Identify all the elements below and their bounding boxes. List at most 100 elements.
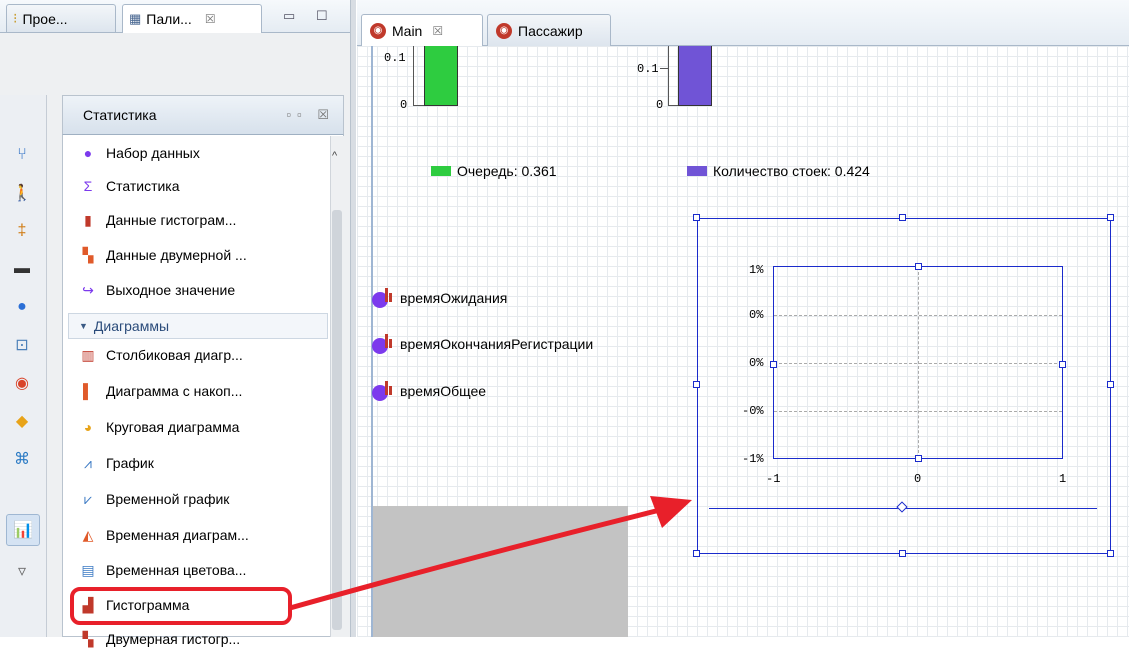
palette-item-bar-chart[interactable]: ▥ Столбиковая диагр... bbox=[78, 340, 243, 370]
plot-resize-handle[interactable] bbox=[770, 361, 777, 368]
palette-item-time-stack-chart[interactable]: ◭ Временная диаграм... bbox=[78, 520, 249, 550]
2d-histogram-data-icon: ▚ bbox=[82, 246, 94, 263]
resize-handle[interactable] bbox=[899, 550, 906, 557]
chart1-tick-zero: 0 bbox=[400, 98, 408, 112]
palette-item-2d-histogram-data[interactable]: ▚ Данные двумерной ... bbox=[78, 240, 247, 270]
histogram-data-icon: ▮ bbox=[84, 211, 92, 228]
chart2-tick-top: 0.1 bbox=[637, 62, 659, 76]
more-icon[interactable]: ▿ bbox=[6, 556, 38, 586]
dataset-label: времяОкончанияРегистрации bbox=[400, 336, 594, 352]
section-charts[interactable]: ▼ Диаграммы bbox=[68, 313, 328, 339]
palette-item-stacked-chart[interactable]: ▌ Диаграмма с накоп... bbox=[78, 376, 242, 406]
fluid-icon[interactable]: ● bbox=[6, 292, 38, 322]
x-tick-label: 1 bbox=[1059, 472, 1067, 486]
palette-item-label: Диаграмма с накоп... bbox=[106, 383, 243, 399]
legend-queue: Очередь: 0.361 bbox=[431, 163, 557, 179]
rail-icon[interactable]: ‡ bbox=[6, 216, 38, 246]
plot-resize-handle[interactable] bbox=[915, 455, 922, 462]
palette-item-time-color-chart[interactable]: ▤ Временная цветова... bbox=[78, 555, 246, 585]
minimize-icon[interactable]: ▭ bbox=[283, 8, 295, 24]
tab-projects[interactable]: ⁝ Прое... bbox=[6, 4, 116, 32]
tab-projects-label: Прое... bbox=[22, 10, 68, 27]
road-icon[interactable]: ▬ bbox=[6, 254, 38, 284]
section-label: Диаграммы bbox=[93, 318, 170, 334]
resize-handle[interactable] bbox=[693, 214, 700, 221]
palette-item-2d-histogram[interactable]: ▚ Двумерная гистогр... bbox=[78, 624, 241, 654]
tab-passenger-label: Пассажир bbox=[518, 22, 583, 39]
palette-item-dataset[interactable]: ● Набор данных bbox=[78, 138, 200, 168]
callout-arrow bbox=[289, 496, 692, 611]
palette-item-label: График bbox=[106, 455, 154, 471]
chart1-tick-top: 0.1 bbox=[384, 51, 406, 65]
dataset-label: времяОбщее bbox=[400, 383, 487, 399]
connectivity-icon[interactable]: ⌘ bbox=[6, 444, 38, 474]
chart2-y-axis bbox=[668, 46, 669, 106]
palette-item-histogram-data[interactable]: ▮ Данные гистограм... bbox=[78, 205, 236, 235]
y-tick-label: -1% bbox=[742, 452, 764, 466]
process-icon[interactable]: ⑂ bbox=[6, 140, 38, 170]
resize-handle[interactable] bbox=[693, 381, 700, 388]
palette-item-label: Временная диаграм... bbox=[106, 527, 249, 543]
chart1-y-axis bbox=[413, 46, 414, 106]
close-icon[interactable]: ☒ bbox=[205, 12, 216, 26]
maximize-icon[interactable]: ☐ bbox=[316, 8, 328, 24]
plot-resize-handle[interactable] bbox=[915, 263, 922, 270]
y-tick-label: 0% bbox=[749, 308, 764, 322]
scroll-up-icon[interactable]: ^ bbox=[332, 150, 337, 162]
time-color-chart-icon: ▤ bbox=[81, 561, 95, 578]
dataset-total-time[interactable]: времяОбщее bbox=[372, 381, 486, 401]
dataset-icon bbox=[372, 334, 394, 354]
histogram-plot-area[interactable] bbox=[773, 266, 1063, 459]
palette-item-label: Статистика bbox=[106, 178, 180, 194]
resize-handle[interactable] bbox=[1107, 214, 1114, 221]
dataset-wait-time[interactable]: времяОжидания bbox=[372, 288, 507, 308]
tab-main[interactable]: ◉ Main ☒ bbox=[361, 14, 483, 46]
dataset-icon bbox=[372, 381, 394, 401]
palette-title: Статистика bbox=[83, 107, 157, 123]
network-icon[interactable]: ⊡ bbox=[6, 330, 38, 360]
agent-icon[interactable]: ◉ bbox=[6, 368, 38, 398]
legend-swatch bbox=[687, 166, 707, 176]
palette-item-pie-chart[interactable]: ◕ Круговая диаграмма bbox=[78, 412, 240, 442]
legend-counters: Количество стоек: 0.424 bbox=[687, 163, 870, 179]
resize-handle[interactable] bbox=[1107, 550, 1114, 557]
grid-line bbox=[918, 267, 919, 458]
palette-item-time-plot[interactable]: ⩗ Временной график bbox=[78, 484, 229, 514]
legend-swatch bbox=[431, 166, 451, 176]
resize-handle[interactable] bbox=[1107, 381, 1114, 388]
palette-item-label: Двумерная гистогр... bbox=[106, 631, 241, 647]
palette-header-icons[interactable]: ▫▫ ☒ bbox=[287, 107, 335, 123]
palette-category-strip: ⑂ 🚶 ‡ ▬ ● ⊡ ◉ ◆ ⌘ 📊 ▿ bbox=[0, 95, 47, 637]
dataset-registration-end-time[interactable]: времяОкончанияРегистрации bbox=[372, 334, 593, 354]
presentation-icon[interactable]: ◆ bbox=[6, 406, 38, 436]
palette-item-label: Данные гистограм... bbox=[106, 212, 237, 228]
palette-item-statistics[interactable]: Σ Статистика bbox=[78, 171, 180, 201]
chart1-bar bbox=[424, 46, 458, 106]
palette-item-label: Набор данных bbox=[106, 145, 200, 161]
x-tick-label: 0 bbox=[914, 472, 922, 486]
palette-item-plot[interactable]: ⩘ График bbox=[78, 448, 154, 478]
close-icon[interactable]: ☒ bbox=[432, 24, 443, 38]
palette-icon: ▦ bbox=[129, 11, 142, 26]
legend-label: Очередь: 0.361 bbox=[457, 163, 557, 179]
palette-item-label: Данные двумерной ... bbox=[106, 247, 247, 263]
dataset-icon: ● bbox=[83, 145, 93, 161]
palette-item-output-value[interactable]: ↪ Выходное значение bbox=[78, 275, 235, 305]
palette-item-label: Столбиковая диагр... bbox=[106, 347, 243, 363]
output-value-icon: ↪ bbox=[82, 281, 94, 298]
legend-label: Количество стоек: 0.424 bbox=[713, 163, 870, 179]
tab-passenger[interactable]: ◉ Пассажир bbox=[487, 14, 611, 46]
pie-chart-icon: ◕ bbox=[83, 419, 93, 435]
tab-palette[interactable]: ▦ Пали... ☒ bbox=[122, 4, 262, 33]
chart2-tick bbox=[660, 68, 668, 69]
pedestrian-icon[interactable]: 🚶 bbox=[6, 178, 38, 208]
analysis-icon[interactable]: 📊 bbox=[6, 514, 40, 546]
statistics-icon: Σ bbox=[83, 178, 93, 194]
resize-handle[interactable] bbox=[899, 214, 906, 221]
plot-resize-handle[interactable] bbox=[1059, 361, 1066, 368]
chart2-tick-zero: 0 bbox=[656, 98, 664, 112]
chart2-bar bbox=[678, 46, 712, 106]
palette-item-label: Временной график bbox=[106, 491, 230, 507]
time-stack-chart-icon: ◭ bbox=[82, 526, 94, 543]
projects-icon: ⁝ bbox=[13, 10, 18, 26]
